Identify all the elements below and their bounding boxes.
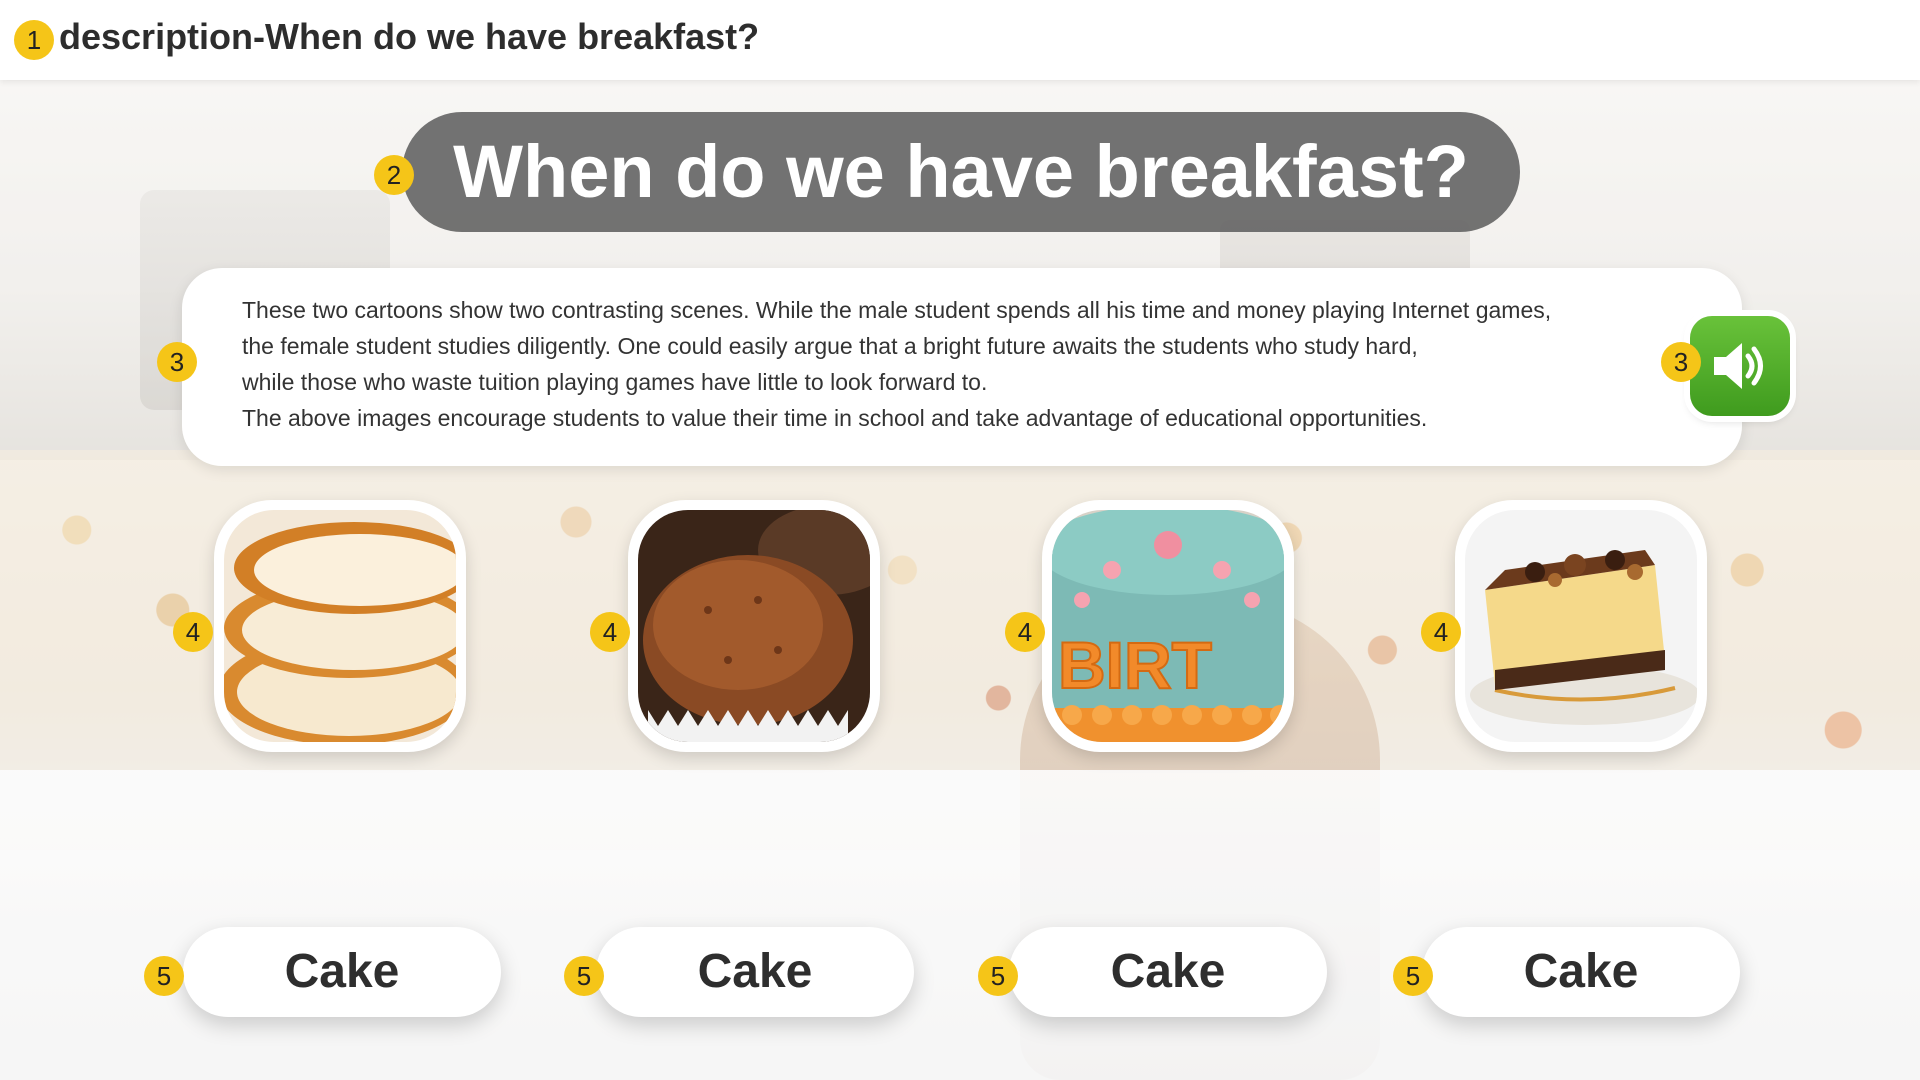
- description-bar: 1 description-When do we have breakfast?: [0, 0, 1920, 80]
- question-title: When do we have breakfast?: [453, 130, 1469, 213]
- picture-option-3[interactable]: BIRT: [1042, 500, 1294, 752]
- passage-line: These two cartoons show two contrasting …: [242, 297, 1552, 323]
- marker-badge: 2: [374, 155, 414, 195]
- passage-line: while those who waste tuition playing ga…: [242, 369, 988, 395]
- birthday-cake-image: BIRT: [1052, 510, 1284, 742]
- marker-badge: 5: [978, 956, 1018, 996]
- picture-option-1[interactable]: [214, 500, 466, 752]
- bread-slices-image: [224, 510, 456, 742]
- marker-badge: 5: [144, 956, 184, 996]
- picture-option-2[interactable]: [628, 500, 880, 752]
- answer-option-2[interactable]: Cake: [596, 927, 914, 1017]
- passage-line: the female student studies diligently. O…: [242, 333, 1418, 359]
- speaker-icon: [1714, 343, 1763, 389]
- marker-badge: 4: [1421, 612, 1461, 652]
- answer-label: Cake: [697, 945, 813, 998]
- picture-option-4[interactable]: [1455, 500, 1707, 752]
- marker-badge: 5: [1393, 956, 1433, 996]
- passage-text: These two cartoons show two contrasting …: [242, 292, 1672, 436]
- answer-option-1[interactable]: Cake: [183, 927, 501, 1017]
- cheesecake-slice-image: [1465, 510, 1697, 742]
- description-title: description-When do we have breakfast?: [59, 16, 760, 57]
- marker-badge: 4: [173, 612, 213, 652]
- marker-badge: 5: [564, 956, 604, 996]
- marker-badge: 4: [590, 612, 630, 652]
- marker-badge: 3: [157, 342, 197, 382]
- muffin-image: [638, 510, 870, 742]
- question-title-banner: When do we have breakfast?: [402, 112, 1520, 232]
- marker-badge: 4: [1005, 612, 1045, 652]
- passage-card: These two cartoons show two contrasting …: [182, 268, 1742, 466]
- cake-lettering: BIRT: [1058, 628, 1212, 702]
- marker-badge: 1: [14, 20, 54, 60]
- answer-label: Cake: [1523, 945, 1639, 998]
- answer-label: Cake: [284, 945, 400, 998]
- play-audio-button[interactable]: [1690, 316, 1790, 416]
- passage-line: The above images encourage students to v…: [242, 405, 1428, 431]
- answer-option-4[interactable]: Cake: [1422, 927, 1740, 1017]
- answer-label: Cake: [1110, 945, 1226, 998]
- answer-option-3[interactable]: Cake: [1009, 927, 1327, 1017]
- marker-badge: 3: [1661, 342, 1701, 382]
